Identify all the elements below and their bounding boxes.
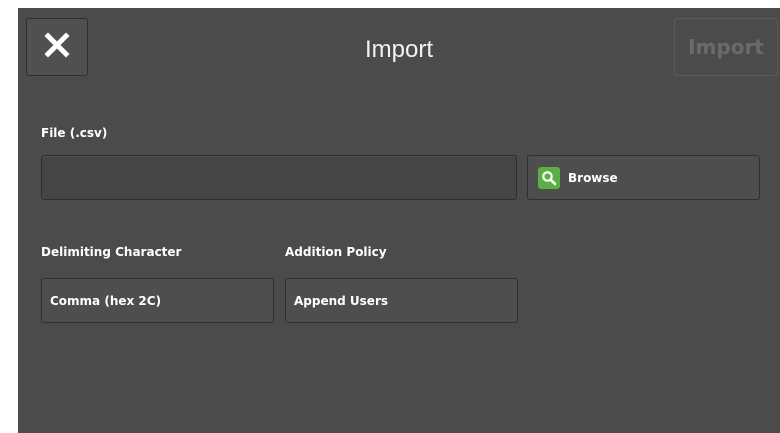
import-dialog: Import Import File (.csv) Browse Delimit… bbox=[18, 8, 780, 433]
delimiter-label: Delimiting Character bbox=[41, 245, 182, 259]
file-path-field[interactable] bbox=[41, 155, 517, 200]
browse-label: Browse bbox=[568, 170, 618, 185]
search-icon bbox=[538, 166, 560, 189]
policy-value: Append Users bbox=[294, 293, 389, 308]
delimiter-value: Comma (hex 2C) bbox=[50, 293, 162, 308]
policy-label: Addition Policy bbox=[285, 245, 387, 259]
file-label: File (.csv) bbox=[41, 126, 108, 140]
dialog-header: Import Import bbox=[18, 8, 780, 88]
import-button[interactable]: Import bbox=[674, 18, 778, 76]
page-title: Import bbox=[364, 36, 433, 63]
browse-button[interactable]: Browse bbox=[527, 155, 760, 200]
addition-policy-select[interactable]: Append Users bbox=[285, 278, 518, 323]
delimiter-select[interactable]: Comma (hex 2C) bbox=[41, 278, 274, 323]
